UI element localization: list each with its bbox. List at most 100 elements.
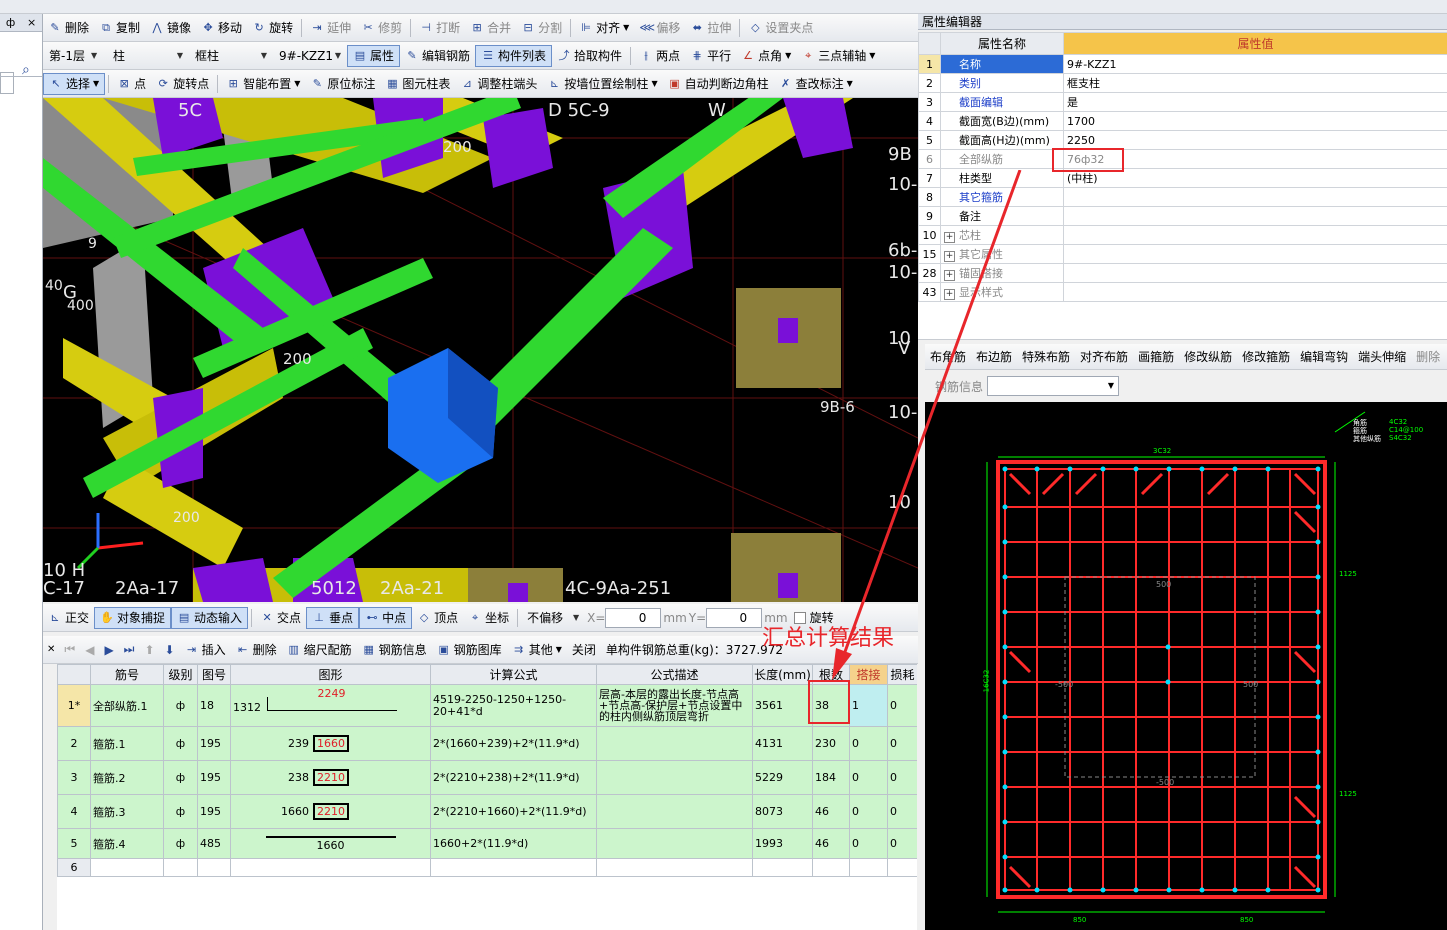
- split-button[interactable]: ⊟ 分割: [516, 17, 567, 39]
- col-header[interactable]: 图号: [197, 664, 231, 685]
- end-extend-button[interactable]: 端头伸缩: [1353, 346, 1411, 368]
- ortho-button[interactable]: ⊾ 正交: [43, 607, 94, 629]
- merge-button[interactable]: ⊞ 合并: [465, 17, 516, 39]
- col-header[interactable]: 长度(mm): [752, 664, 813, 685]
- copy-button[interactable]: ⧉ 复制: [94, 17, 145, 39]
- extend-button[interactable]: ⇥ 延伸: [305, 17, 356, 39]
- property-row[interactable]: 1 名称 9#-KZZ1: [918, 54, 1447, 74]
- table-row[interactable]: 6: [57, 858, 917, 877]
- shape-cell[interactable]: 1660 2210: [230, 794, 431, 829]
- three-point-axis-button[interactable]: ⌖ 三点辅轴 ▼: [796, 45, 880, 67]
- draw-stirrup-button[interactable]: 画箍筋: [1133, 346, 1179, 368]
- select-button[interactable]: ↖ 选择 ▼: [43, 72, 106, 95]
- stretch-button[interactable]: ⬌ 拉伸: [685, 17, 736, 39]
- shape-cell[interactable]: 1660: [230, 828, 431, 859]
- perpendicular-button[interactable]: ⊥ 垂点: [306, 606, 360, 629]
- property-row[interactable]: 5 截面高(H边)(mm) 2250: [918, 130, 1447, 150]
- rebar-library-button[interactable]: ▣ 钢筋图库: [432, 639, 507, 661]
- smart-layout-button[interactable]: ⊞ 智能布置 ▼: [221, 73, 305, 95]
- col-header[interactable]: 级别: [163, 664, 198, 685]
- subtype-select[interactable]: 框柱 ▼: [191, 46, 271, 66]
- rotate-point-button[interactable]: ⟳ 旋转点: [151, 73, 214, 95]
- next-record-button[interactable]: ▶: [99, 639, 118, 661]
- property-row[interactable]: 2 类别 框支柱: [918, 73, 1447, 93]
- rebar-info-button[interactable]: ▦ 钢筋信息: [357, 639, 432, 661]
- table-row[interactable]: 4 箍筋.3 ф 195 1660 2210 2*(2210+1660)+2*(1…: [57, 794, 917, 829]
- move-button[interactable]: ✥ 移动: [196, 17, 247, 39]
- col-header[interactable]: 计算公式: [430, 664, 597, 685]
- col-header[interactable]: 图形: [230, 664, 431, 685]
- two-point-button[interactable]: ⫲ 两点: [634, 45, 685, 67]
- type-select[interactable]: 柱 ▼: [109, 46, 187, 66]
- offset-select[interactable]: 不偏移 ▼: [523, 608, 583, 628]
- vertex-button[interactable]: ◇ 顶点: [412, 607, 463, 629]
- edit-rebar-button[interactable]: ✎ 编辑钢筋: [400, 45, 475, 67]
- other-button[interactable]: ⇉ 其他 ▼: [507, 639, 567, 661]
- property-button[interactable]: ▤ 属性: [347, 44, 401, 67]
- trim-button[interactable]: ✂ 修剪: [356, 17, 407, 39]
- property-row[interactable]: 6 全部纵筋 76ф32: [918, 149, 1447, 169]
- midpoint-button[interactable]: ⊷ 中点: [359, 606, 413, 629]
- intersection-button[interactable]: ✕ 交点: [255, 607, 306, 629]
- grid-delete-button[interactable]: ⇤ 删除: [231, 639, 282, 661]
- shape-cell[interactable]: 239 1660: [230, 726, 431, 761]
- inplace-label-button[interactable]: ✎ 原位标注: [305, 73, 380, 95]
- break-button[interactable]: ⊣ 打断: [414, 17, 465, 39]
- 3d-viewport[interactable]: 5C D 5C-9 W 200 9B 10- 6b- 10- 10 V 9B-6…: [43, 98, 918, 602]
- y-input[interactable]: 0: [706, 607, 763, 628]
- check-label-button[interactable]: ✗ 查改标注 ▼: [774, 73, 858, 95]
- pick-icon: ⤴: [558, 48, 570, 62]
- table-row[interactable]: 5 箍筋.4 ф 485 1660 1660+2*(11.9*d) 1993 4…: [57, 828, 917, 859]
- table-row[interactable]: 3 箍筋.2 ф 195 238 2210 2*(2210+238)+2*(11.…: [57, 760, 917, 795]
- close-icon[interactable]: ×: [27, 16, 36, 29]
- prev-record-button[interactable]: ◀: [80, 639, 99, 661]
- dynamic-input-button[interactable]: ▤ 动态输入: [171, 606, 249, 629]
- floor-select[interactable]: 第-1层 ▼: [45, 46, 105, 66]
- point-button[interactable]: ⊠ 点: [112, 73, 151, 95]
- axis-label: 40: [45, 278, 63, 294]
- close-small-icon[interactable]: ✕: [47, 644, 55, 655]
- auto-corner-button[interactable]: ▣ 自动判断边角柱: [663, 73, 774, 95]
- shape-cell[interactable]: 1312 2249: [230, 684, 431, 727]
- set-grip-button[interactable]: ◇ 设置夹点: [743, 17, 818, 39]
- offset-button[interactable]: ⋘ 偏移: [634, 17, 685, 39]
- shape-cell[interactable]: 238 2210: [230, 760, 431, 795]
- insert-button[interactable]: ⇥ 插入: [180, 639, 231, 661]
- column-table-button[interactable]: ▦ 图元柱表: [380, 73, 455, 95]
- table-header: 筋号 级别 图号 图形 计算公式 公式描述 长度(mm) 根数 搭接 损耗: [57, 664, 917, 685]
- x-input[interactable]: 0: [605, 607, 662, 628]
- property-row[interactable]: 4 截面宽(B边)(mm) 1700: [918, 111, 1447, 131]
- col-header[interactable]: 公式描述: [596, 664, 753, 685]
- draw-by-wall-button[interactable]: ⊾ 按墙位置绘制柱 ▼: [542, 73, 662, 95]
- component-list-button[interactable]: ☰ 构件列表: [475, 44, 553, 67]
- move-up-button[interactable]: ⬆: [139, 639, 159, 661]
- mirror-button[interactable]: ⋀ 镜像: [145, 17, 196, 39]
- table-row[interactable]: 2 箍筋.1 ф 195 239 1660 2*(1660+239)+2*(11.…: [57, 726, 917, 761]
- last-record-button[interactable]: ⏭: [119, 639, 140, 661]
- rebar-shape: 1660: [265, 835, 396, 852]
- axis-label: 2Aa-21: [380, 578, 445, 599]
- component-select[interactable]: 9#-KZZ1 ▼: [275, 46, 345, 66]
- coordinate-button[interactable]: ⌖ 坐标: [463, 607, 514, 629]
- parallel-button[interactable]: ⋕ 平行: [685, 45, 736, 67]
- align-rebar-button[interactable]: 对齐布筋: [1075, 346, 1133, 368]
- object-snap-button[interactable]: ✋ 对象捕捉: [94, 606, 172, 629]
- delete-button[interactable]: ✎ 删除: [43, 17, 94, 39]
- point-angle-button[interactable]: ∠ 点角 ▼: [736, 45, 796, 67]
- align-button[interactable]: ⊫ 对齐 ▼: [574, 17, 634, 39]
- rotate-button[interactable]: ↻ 旋转: [247, 17, 298, 39]
- property-row[interactable]: 3 截面编辑 是: [918, 92, 1447, 112]
- scale-rebar-button[interactable]: ▥ 缩尺配筋: [282, 639, 357, 661]
- edit-hook-button[interactable]: 编辑弯钩: [1295, 346, 1353, 368]
- modify-long-rebar-button[interactable]: 修改纵筋: [1179, 346, 1237, 368]
- modify-stirrup-button[interactable]: 修改箍筋: [1237, 346, 1295, 368]
- pick-component-button[interactable]: ⤴ 拾取构件: [552, 45, 627, 67]
- table-row[interactable]: 1* 全部纵筋.1 ф 18 1312 2249 4519-2250-1250+…: [57, 684, 917, 727]
- adjust-column-end-button[interactable]: ⊿ 调整柱端头: [455, 73, 542, 95]
- close-grid-button[interactable]: 关闭: [567, 639, 601, 661]
- first-record-button[interactable]: ⏮: [59, 639, 80, 661]
- col-header[interactable]: 筋号: [90, 664, 164, 685]
- move-down-button[interactable]: ⬇: [160, 639, 180, 661]
- pin-icon[interactable]: ф: [6, 16, 15, 29]
- delete-rebar-button[interactable]: 删除: [1411, 346, 1445, 368]
